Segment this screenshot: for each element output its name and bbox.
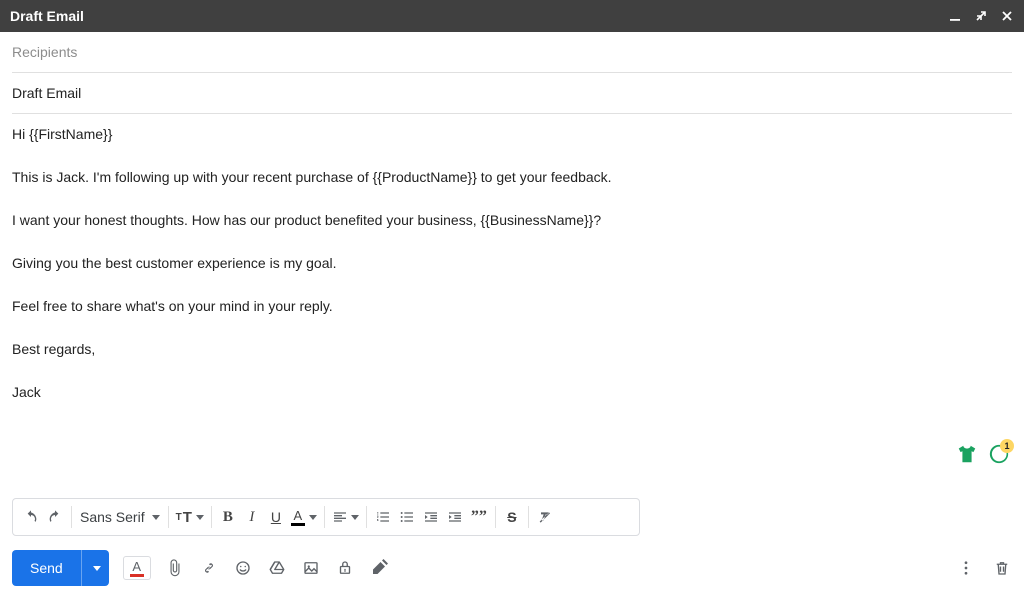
close-icon[interactable]	[1000, 9, 1014, 23]
send-options-button[interactable]	[81, 550, 109, 586]
tshirt-extension-icon[interactable]	[956, 443, 978, 470]
strikethrough-button[interactable]: S	[500, 504, 524, 530]
attach-file-icon[interactable]	[165, 558, 185, 578]
more-options-button[interactable]	[956, 558, 976, 578]
align-button[interactable]	[329, 504, 362, 530]
ink-pen-icon[interactable]	[369, 558, 389, 578]
formatting-toolbar-wrap: Sans Serif T T B I U A	[0, 498, 1024, 536]
header-fields: Recipients Draft Email	[0, 32, 1024, 114]
subject-field[interactable]: Draft Email	[12, 73, 1012, 114]
recipients-placeholder: Recipients	[12, 44, 77, 60]
send-button-group: Send	[12, 550, 109, 586]
chevron-down-icon	[196, 515, 204, 520]
undo-button[interactable]	[19, 504, 43, 530]
recipients-field[interactable]: Recipients	[12, 32, 1012, 73]
indent-less-button[interactable]	[419, 504, 443, 530]
body-line: This is Jack. I'm following up with your…	[12, 167, 1012, 188]
confidential-mode-icon[interactable]	[335, 558, 355, 578]
indent-more-button[interactable]	[443, 504, 467, 530]
remove-formatting-button[interactable]	[533, 504, 557, 530]
font-family-select[interactable]: Sans Serif	[76, 509, 164, 525]
text-color-button[interactable]: A	[288, 504, 320, 530]
body-line: I want your honest thoughts. How has our…	[12, 210, 1012, 231]
insert-emoji-icon[interactable]	[233, 558, 253, 578]
chevron-down-icon	[351, 515, 359, 520]
right-actions	[956, 558, 1012, 578]
chevron-down-icon	[309, 515, 317, 520]
window-controls	[948, 9, 1014, 23]
subject-text: Draft Email	[12, 85, 81, 101]
bold-button[interactable]: B	[216, 504, 240, 530]
insert-link-icon[interactable]	[199, 558, 219, 578]
email-body[interactable]: Hi {{FirstName}} This is Jack. I'm follo…	[0, 114, 1024, 498]
quote-button[interactable]: ””	[467, 504, 491, 530]
bulleted-list-button[interactable]	[395, 504, 419, 530]
chevron-down-icon	[152, 515, 160, 520]
bottom-action-row: Send A	[0, 536, 1024, 598]
moon-extension-icon[interactable]: 1	[988, 443, 1010, 470]
chevron-down-icon	[93, 566, 101, 571]
window-titlebar: Draft Email	[0, 0, 1024, 32]
font-family-label: Sans Serif	[80, 509, 145, 525]
minimize-icon[interactable]	[948, 9, 962, 23]
discard-draft-button[interactable]	[992, 558, 1012, 578]
body-line: Jack	[12, 382, 1012, 403]
underline-button[interactable]: U	[264, 504, 288, 530]
send-button[interactable]: Send	[12, 550, 81, 586]
left-actions: Send A	[12, 550, 389, 586]
window-title: Draft Email	[10, 8, 84, 24]
numbered-list-button[interactable]	[371, 504, 395, 530]
drive-icon[interactable]	[267, 558, 287, 578]
text-format-icon[interactable]: A	[123, 556, 151, 580]
italic-button[interactable]: I	[240, 504, 264, 530]
redo-button[interactable]	[43, 504, 67, 530]
insert-photo-icon[interactable]	[301, 558, 321, 578]
notification-badge: 1	[1000, 439, 1014, 453]
extension-icons: 1	[956, 443, 1010, 470]
formatting-toolbar: Sans Serif T T B I U A	[12, 498, 640, 536]
body-line: Giving you the best customer experience …	[12, 253, 1012, 274]
popout-icon[interactable]	[974, 9, 988, 23]
body-line: Best regards,	[12, 339, 1012, 360]
body-line: Hi {{FirstName}}	[12, 124, 1012, 145]
font-size-button[interactable]: T T	[173, 504, 207, 530]
body-line: Feel free to share what's on your mind i…	[12, 296, 1012, 317]
